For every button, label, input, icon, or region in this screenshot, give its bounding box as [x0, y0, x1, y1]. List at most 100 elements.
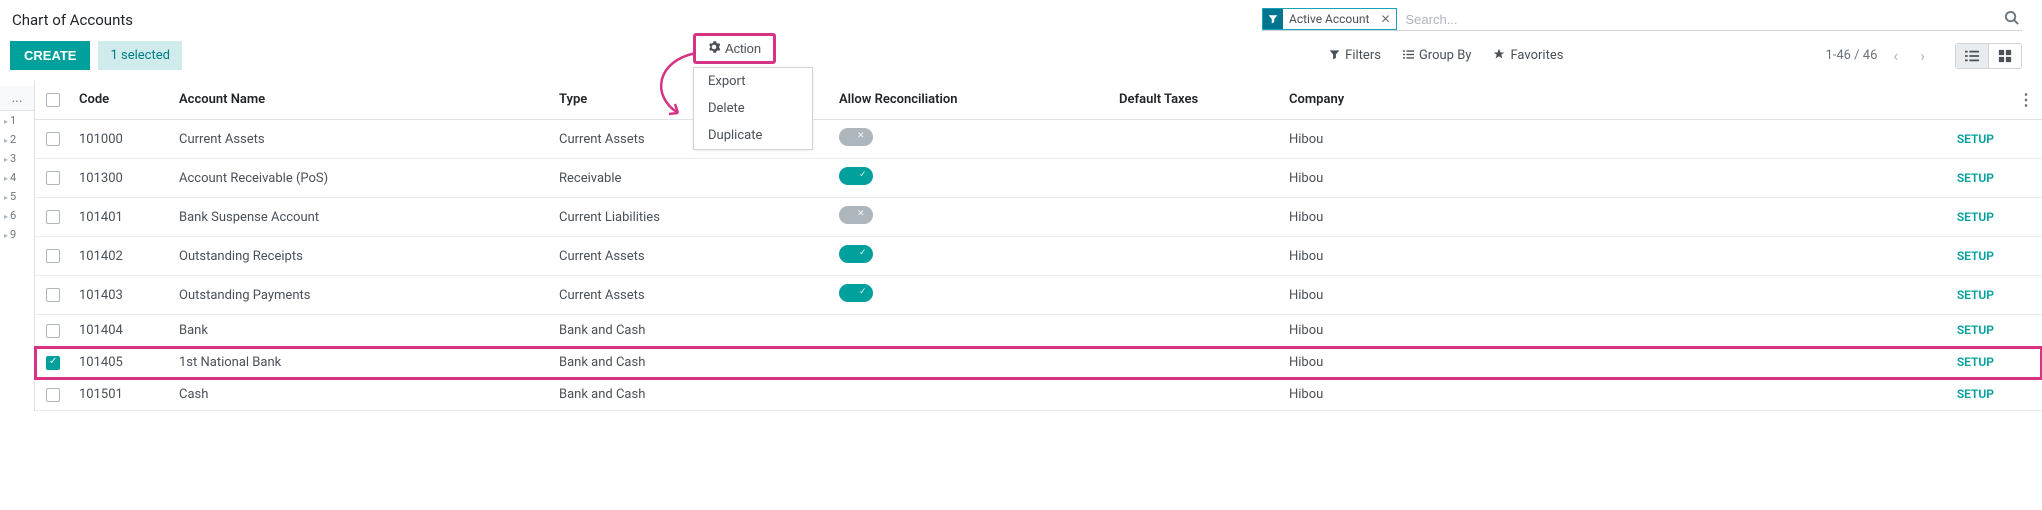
- cell-name[interactable]: Outstanding Payments: [171, 276, 551, 315]
- setup-button[interactable]: SETUP: [1957, 132, 1994, 146]
- cell-name[interactable]: Outstanding Receipts: [171, 237, 551, 276]
- search-input[interactable]: [1401, 9, 2002, 30]
- setup-button[interactable]: SETUP: [1957, 288, 1994, 302]
- cell-code[interactable]: 101501: [71, 379, 171, 411]
- setup-button[interactable]: SETUP: [1957, 323, 1994, 337]
- cell-code[interactable]: 101403: [71, 276, 171, 315]
- cell-taxes[interactable]: [1111, 276, 1281, 315]
- setup-button[interactable]: SETUP: [1957, 171, 1994, 185]
- cell-company[interactable]: Hibou: [1281, 276, 1930, 315]
- cell-company[interactable]: Hibou: [1281, 198, 1930, 237]
- row-checkbox[interactable]: [46, 356, 60, 370]
- action-delete[interactable]: Delete: [694, 95, 812, 122]
- reconcile-toggle[interactable]: ✕: [839, 128, 873, 146]
- row-checkbox[interactable]: [46, 288, 60, 302]
- cell-taxes[interactable]: [1111, 347, 1281, 379]
- table-row[interactable]: 101000Current AssetsCurrent Assets✕Hibou…: [35, 120, 2042, 159]
- ruler-item[interactable]: 6: [0, 206, 34, 225]
- cell-code[interactable]: 101404: [71, 315, 171, 347]
- ruler-item[interactable]: 9: [0, 225, 34, 244]
- cell-code[interactable]: 101300: [71, 159, 171, 198]
- cell-company[interactable]: Hibou: [1281, 315, 1930, 347]
- col-code[interactable]: Code: [71, 80, 171, 120]
- ruler-item[interactable]: 5: [0, 187, 34, 206]
- action-button[interactable]: Action: [693, 33, 776, 64]
- table-row[interactable]: 101403Outstanding PaymentsCurrent Assets…: [35, 276, 2042, 315]
- cell-company[interactable]: Hibou: [1281, 120, 1930, 159]
- cell-code[interactable]: 101000: [71, 120, 171, 159]
- cell-type[interactable]: Receivable: [551, 159, 831, 198]
- cell-name[interactable]: Cash: [171, 379, 551, 411]
- search-icon[interactable]: [2001, 10, 2022, 29]
- filters-button[interactable]: Filters: [1329, 48, 1381, 63]
- favorites-button[interactable]: Favorites: [1493, 48, 1563, 63]
- cell-name[interactable]: Bank: [171, 315, 551, 347]
- cell-type[interactable]: Current Assets: [551, 276, 831, 315]
- reconcile-toggle[interactable]: ✕: [839, 206, 873, 224]
- cell-company[interactable]: Hibou: [1281, 379, 1930, 411]
- cell-code[interactable]: 101401: [71, 198, 171, 237]
- col-company[interactable]: Company: [1281, 80, 1930, 120]
- table-row[interactable]: 101404BankBank and Cash Hibou SETUP: [35, 315, 2042, 347]
- reconcile-toggle[interactable]: ✓: [839, 284, 873, 302]
- pager-next[interactable]: ›: [1914, 44, 1931, 67]
- row-checkbox[interactable]: [46, 132, 60, 146]
- ruler-item[interactable]: 1: [0, 111, 34, 130]
- action-export[interactable]: Export: [694, 68, 812, 95]
- cell-taxes[interactable]: [1111, 379, 1281, 411]
- view-list-button[interactable]: [1956, 44, 1988, 68]
- view-kanban-button[interactable]: [1988, 44, 2021, 68]
- facet-remove-icon[interactable]: ✕: [1375, 12, 1395, 26]
- reconcile-toggle[interactable]: ✓: [839, 167, 873, 185]
- cell-type[interactable]: Bank and Cash: [551, 379, 831, 411]
- table-row[interactable]: 101300Account Receivable (PoS)Receivable…: [35, 159, 2042, 198]
- col-name[interactable]: Account Name: [171, 80, 551, 120]
- groupby-button[interactable]: Group By: [1403, 48, 1472, 63]
- cell-taxes[interactable]: [1111, 198, 1281, 237]
- cell-taxes[interactable]: [1111, 159, 1281, 198]
- ruler-item[interactable]: 4: [0, 168, 34, 187]
- cell-name[interactable]: Bank Suspense Account: [171, 198, 551, 237]
- cell-code[interactable]: 101405: [71, 347, 171, 379]
- pager-text[interactable]: 1-46 / 46: [1825, 48, 1877, 63]
- search-bar[interactable]: Active Account ✕: [1262, 8, 2022, 31]
- table-row[interactable]: 101401Bank Suspense AccountCurrent Liabi…: [35, 198, 2042, 237]
- cell-type[interactable]: Bank and Cash: [551, 315, 831, 347]
- cell-name[interactable]: Current Assets: [171, 120, 551, 159]
- table-row[interactable]: 101501CashBank and Cash Hibou SETUP: [35, 379, 2042, 411]
- cell-taxes[interactable]: [1111, 315, 1281, 347]
- table-row[interactable]: 1014051st National BankBank and Cash Hibo…: [35, 347, 2042, 379]
- row-checkbox[interactable]: [46, 171, 60, 185]
- cell-company[interactable]: Hibou: [1281, 237, 1930, 276]
- cell-company[interactable]: Hibou: [1281, 159, 1930, 198]
- cell-code[interactable]: 101402: [71, 237, 171, 276]
- create-button[interactable]: CREATE: [10, 41, 90, 70]
- setup-button[interactable]: SETUP: [1957, 210, 1994, 224]
- cell-type[interactable]: Current Liabilities: [551, 198, 831, 237]
- ruler-item[interactable]: 2: [0, 130, 34, 149]
- table-row[interactable]: 101402Outstanding ReceiptsCurrent Assets…: [35, 237, 2042, 276]
- action-duplicate[interactable]: Duplicate: [694, 122, 812, 149]
- col-reconcile[interactable]: Allow Reconciliation: [831, 80, 1111, 120]
- cell-taxes[interactable]: [1111, 237, 1281, 276]
- setup-button[interactable]: SETUP: [1957, 387, 1994, 401]
- cell-taxes[interactable]: [1111, 120, 1281, 159]
- row-checkbox[interactable]: [46, 388, 60, 402]
- cell-name[interactable]: Account Receivable (PoS): [171, 159, 551, 198]
- col-taxes[interactable]: Default Taxes: [1111, 80, 1281, 120]
- pager-prev[interactable]: ‹: [1887, 44, 1904, 67]
- cell-type[interactable]: Current Assets: [551, 237, 831, 276]
- cell-name[interactable]: 1st National Bank: [171, 347, 551, 379]
- row-checkbox[interactable]: [46, 249, 60, 263]
- row-checkbox[interactable]: [46, 324, 60, 338]
- column-options[interactable]: ⋮: [2010, 80, 2042, 120]
- cell-company[interactable]: Hibou: [1281, 347, 1930, 379]
- cell-type[interactable]: Bank and Cash: [551, 347, 831, 379]
- setup-button[interactable]: SETUP: [1957, 355, 1994, 369]
- ruler-more[interactable]: ...: [0, 86, 34, 111]
- setup-button[interactable]: SETUP: [1957, 249, 1994, 263]
- row-checkbox[interactable]: [46, 210, 60, 224]
- ruler-item[interactable]: 3: [0, 149, 34, 168]
- selection-count[interactable]: 1 selected: [98, 41, 181, 70]
- select-all-checkbox[interactable]: [46, 93, 60, 107]
